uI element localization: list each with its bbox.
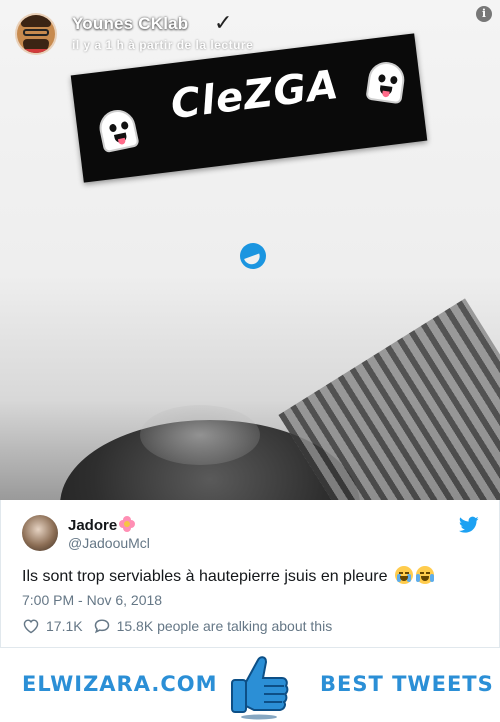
- tweet-body: Ils sont trop serviables à hautepierre j…: [22, 568, 388, 585]
- tweet-media[interactable]: Younes CKlab ✓ il y a 1 h à partir de la…: [0, 0, 500, 500]
- heart-icon[interactable]: [22, 618, 40, 634]
- like-count[interactable]: 17.1K: [46, 618, 83, 634]
- snap-username: Younes CKlab: [72, 14, 189, 33]
- avatar[interactable]: [22, 515, 58, 551]
- media-highlight: [140, 405, 260, 465]
- tweet-stats: 17.1K 15.8K people are talking about thi…: [22, 618, 332, 634]
- tears-of-joy-icon: [415, 566, 434, 584]
- play-icon[interactable]: [240, 243, 266, 269]
- tweet-text: Ils sont trop serviables à hautepierre j…: [22, 566, 434, 586]
- tweet-timestamp[interactable]: 7:00 PM - Nov 6, 2018: [22, 592, 162, 608]
- speech-bubble-icon[interactable]: [93, 618, 111, 634]
- twitter-bird-icon[interactable]: [459, 516, 479, 534]
- author-name[interactable]: Jadore: [68, 516, 136, 534]
- snap-time-text: il y a 1 h à partir de la lecture: [72, 38, 254, 52]
- hibiscus-icon: [119, 516, 136, 532]
- author-handle[interactable]: @JadoouMcl: [68, 535, 150, 551]
- media-grille: [278, 298, 500, 500]
- tweet-card[interactable]: Jadore @JadoouMcl Ils sont trop serviabl…: [0, 500, 500, 648]
- site-name: ELWIZARA.COM: [22, 672, 218, 696]
- talking-count[interactable]: 15.8K people are talking about this: [117, 618, 333, 634]
- footer-branding: ELWIZARA.COM BEST TWEETS: [0, 648, 500, 722]
- checkmark-icon: ✓: [214, 10, 233, 35]
- author-display-name: Jadore: [68, 517, 118, 534]
- snap-avatar: [15, 13, 57, 55]
- crying-face-icon: [394, 566, 413, 584]
- best-tweets-label: BEST TWEETS: [320, 672, 494, 696]
- info-icon[interactable]: i: [476, 6, 492, 22]
- thumbs-up-icon: [231, 656, 289, 720]
